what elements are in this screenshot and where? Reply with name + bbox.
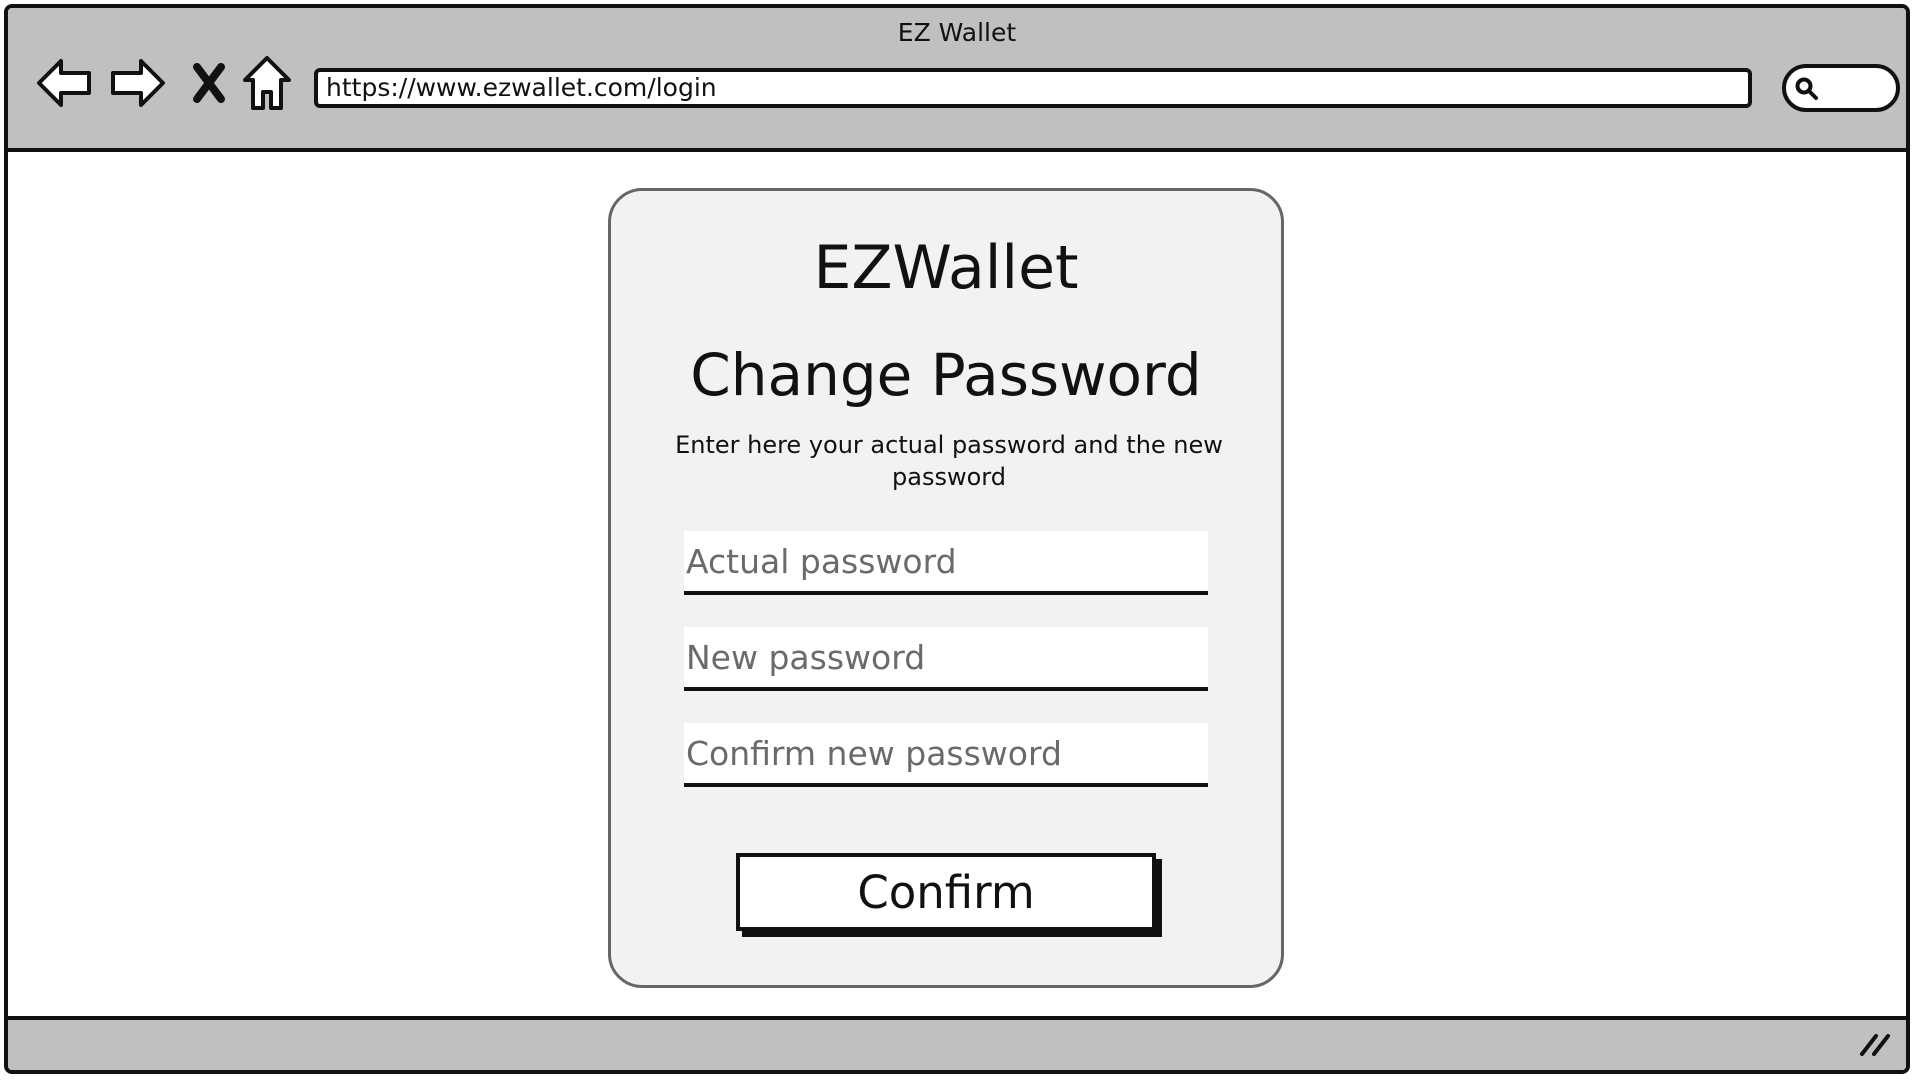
actual-password-field[interactable] — [684, 531, 1208, 595]
instructions-text: Enter here your actual password and the … — [675, 431, 1223, 491]
page-title: Change Password — [690, 341, 1202, 409]
browser-window: EZ Wallet https://www.ezwallet.com/login — [4, 4, 1910, 1074]
new-password-field[interactable] — [684, 627, 1208, 691]
confirm-new-password-field[interactable] — [684, 723, 1208, 787]
browser-toolbar: EZ Wallet https://www.ezwallet.com/login — [8, 8, 1906, 152]
browser-search-box[interactable] — [1782, 64, 1900, 112]
home-icon — [243, 56, 291, 110]
home-button[interactable] — [236, 52, 298, 114]
forward-arrow-icon — [111, 59, 165, 107]
close-x-icon — [193, 63, 225, 103]
stop-button[interactable] — [178, 52, 240, 114]
change-password-card: EZWallet Change Password Enter here your… — [608, 188, 1284, 988]
forward-button[interactable] — [106, 52, 168, 114]
resize-grip-icon[interactable] — [1858, 1030, 1892, 1056]
page-content: EZWallet Change Password Enter here your… — [8, 152, 1906, 1028]
confirm-button[interactable]: Confirm — [736, 853, 1156, 931]
browser-status-bar — [8, 1016, 1906, 1070]
address-bar[interactable]: https://www.ezwallet.com/login — [314, 68, 1752, 108]
back-arrow-icon — [37, 59, 91, 107]
back-button[interactable] — [34, 52, 96, 114]
brand-title: EZWallet — [813, 233, 1079, 303]
search-icon — [1795, 77, 1818, 100]
window-title: EZ Wallet — [897, 18, 1017, 47]
